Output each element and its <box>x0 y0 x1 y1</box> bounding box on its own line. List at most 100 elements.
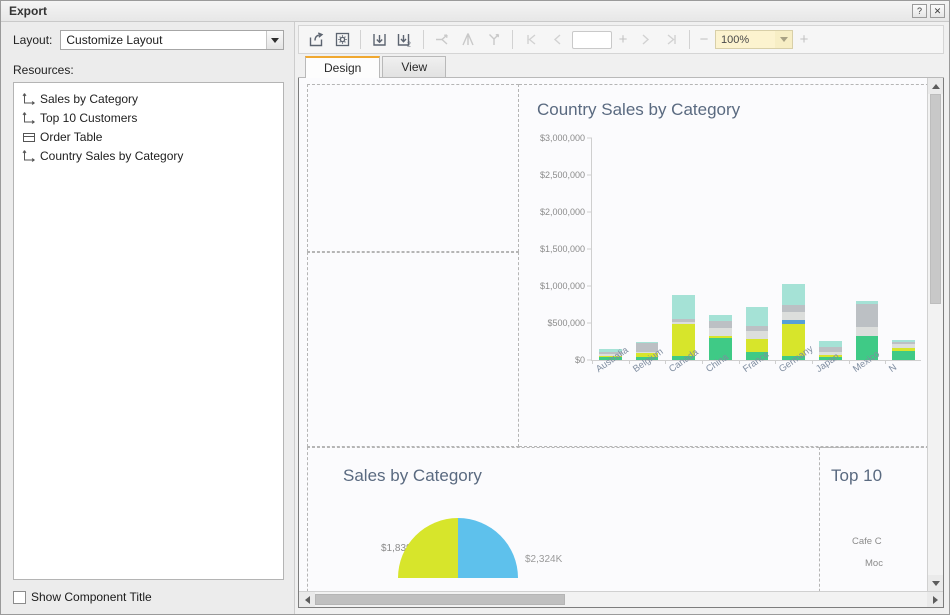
zoom-in-button[interactable]: + <box>795 32 813 47</box>
bar-segment <box>709 328 732 336</box>
show-component-title-checkbox[interactable] <box>13 591 26 604</box>
y-axis-tick-label: $0 <box>575 355 585 365</box>
last-page-icon <box>658 28 684 51</box>
zoom-out-button[interactable]: − <box>695 32 713 47</box>
bar-segment <box>782 284 805 304</box>
layout-region-top-left[interactable] <box>307 84 519 252</box>
toolbar-separator <box>423 30 424 49</box>
import-icon[interactable] <box>366 28 392 51</box>
y-axis-tick-label: $500,000 <box>547 318 585 328</box>
y-axis-tick-label: $2,500,000 <box>540 170 585 180</box>
list-item-label: Top 10 Customers <box>40 111 137 125</box>
zoom-value: 100% <box>716 34 775 46</box>
close-button[interactable]: ✕ <box>930 4 945 18</box>
prev-page-icon <box>544 28 570 51</box>
bar-segment <box>709 321 732 328</box>
scroll-left-button[interactable] <box>299 592 315 607</box>
bar[interactable] <box>892 340 915 360</box>
split-branch-icon <box>429 28 455 51</box>
window-titlebar: Export ? ✕ <box>1 1 949 22</box>
bar-segment <box>856 304 879 328</box>
tab-bar: Design View <box>298 56 944 78</box>
top10-title: Top 10 <box>831 466 882 486</box>
y-axis-tick-label: $2,000,000 <box>540 207 585 217</box>
sales-by-category-pie: $1,839K $2,324K <box>343 518 573 578</box>
x-axis-tick <box>849 360 850 364</box>
show-component-title-row[interactable]: Show Component Title <box>13 580 284 614</box>
pie-chart-title: Sales by Category <box>343 466 482 486</box>
chart-title: Country Sales by Category <box>537 100 740 120</box>
list-item[interactable]: Country Sales by Category <box>14 146 283 165</box>
country-sales-bar-chart: $0$500,000$1,000,000$1,500,000$2,000,000… <box>519 138 927 438</box>
right-panel: 2 <box>295 22 949 614</box>
x-axis-tick <box>775 360 776 364</box>
next-page-icon <box>632 28 658 51</box>
canvas-horizontal-scrollbar[interactable] <box>299 591 943 607</box>
canvas-viewport[interactable]: Country Sales by Category $0 $500,000 $1,0… <box>299 78 927 591</box>
window-title: Export <box>9 4 909 18</box>
resources-list[interactable]: Sales by Category Top 10 Customers <box>13 82 284 580</box>
svg-text:2: 2 <box>407 42 411 49</box>
page-input[interactable] <box>572 31 612 49</box>
export-window: Export ? ✕ Layout: Customize Layout Reso… <box>0 0 950 615</box>
toolbar-separator <box>360 30 361 49</box>
settings-gear-icon[interactable] <box>329 28 355 51</box>
left-panel: Layout: Customize Layout Resources: <box>1 22 295 614</box>
list-item-label: Order Table <box>40 130 102 144</box>
y-axis-tick <box>587 286 592 287</box>
canvas-inner: Country Sales by Category $0 $500,000 $1,0… <box>299 78 943 591</box>
y-axis-tick-label: $1,000,000 <box>540 281 585 291</box>
pie-shape <box>398 518 518 578</box>
y-axis-tick <box>587 249 592 250</box>
list-item[interactable]: Order Table <box>14 127 283 146</box>
bar-segment <box>746 331 769 339</box>
pie-slice-1 <box>398 518 458 578</box>
layout-region-mid-left[interactable] <box>307 252 519 447</box>
fork-branch-icon <box>481 28 507 51</box>
bar-segment <box>856 327 879 335</box>
scroll-down-button[interactable] <box>928 575 943 591</box>
tab-view[interactable]: View <box>382 56 446 77</box>
layout-select-value: Customize Layout <box>61 33 266 47</box>
zoom-select[interactable]: 100% <box>715 30 793 49</box>
canvas-vertical-scrollbar[interactable] <box>927 78 943 591</box>
y-axis-tick <box>587 212 592 213</box>
bar-segment <box>782 305 805 313</box>
first-page-icon <box>518 28 544 51</box>
horizontal-scroll-thumb[interactable] <box>315 594 565 605</box>
import-second-icon[interactable]: 2 <box>392 28 418 51</box>
export-icon[interactable] <box>303 28 329 51</box>
top10-item: Cafe C <box>852 536 882 547</box>
list-item[interactable]: Sales by Category <box>14 89 283 108</box>
bar-plot-area <box>592 138 922 360</box>
y-axis-labels: $0$500,000$1,000,000$1,500,000$2,000,000… <box>519 138 591 360</box>
pie-label-right: $2,324K <box>525 554 562 565</box>
chevron-down-icon[interactable] <box>775 31 792 48</box>
vertical-scroll-track[interactable] <box>928 94 943 575</box>
scroll-up-button[interactable] <box>928 78 943 94</box>
tab-design[interactable]: Design <box>305 56 380 78</box>
top10-item: Moc <box>865 558 883 569</box>
layout-select[interactable]: Customize Layout <box>60 30 284 50</box>
window-body: Layout: Customize Layout Resources: <box>1 22 949 614</box>
horizontal-scroll-track[interactable] <box>315 592 927 607</box>
scroll-right-button[interactable] <box>927 592 943 607</box>
list-item[interactable]: Top 10 Customers <box>14 108 283 127</box>
chart-axis-icon <box>21 149 38 163</box>
layout-label: Layout: <box>13 33 52 47</box>
show-component-title-label: Show Component Title <box>31 590 152 604</box>
toolbar: 2 <box>298 25 944 54</box>
x-axis-tick <box>885 360 886 364</box>
vertical-scroll-thumb[interactable] <box>930 94 941 304</box>
bar-segment <box>892 351 915 360</box>
y-axis-tick-label: $3,000,000 <box>540 133 585 143</box>
layout-row: Layout: Customize Layout <box>13 30 284 50</box>
page-plus-button[interactable]: + <box>614 32 632 47</box>
help-button[interactable]: ? <box>912 4 927 18</box>
chevron-down-icon[interactable] <box>266 31 283 49</box>
y-axis-tick <box>587 360 592 361</box>
x-axis-tick <box>592 360 593 364</box>
y-axis-tick <box>587 175 592 176</box>
table-icon <box>21 130 38 144</box>
chart-axis-icon <box>21 111 38 125</box>
